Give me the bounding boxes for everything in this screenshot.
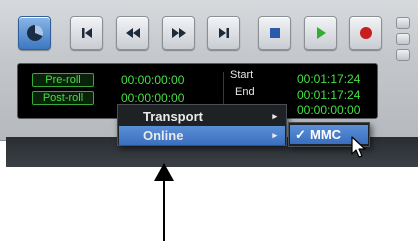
pre-roll-toggle[interactable]: Pre-roll — [32, 73, 94, 87]
play-button[interactable] — [304, 16, 337, 50]
start-value[interactable]: 00:01:17:24 — [297, 72, 360, 86]
end-value[interactable]: 00:01:17:24 — [297, 88, 360, 102]
length-value[interactable]: 00:00:00:00 — [297, 103, 360, 117]
submenu-item-label: MMC — [310, 127, 342, 142]
window-option-button[interactable] — [396, 49, 410, 61]
post-roll-value[interactable]: 00:00:00:00 — [121, 91, 184, 105]
pre-roll-value[interactable]: 00:00:00:00 — [121, 73, 184, 87]
return-to-zero-icon — [81, 28, 92, 38]
window-zoom-button[interactable] — [396, 17, 410, 29]
checkmark-icon: ✓ — [295, 127, 306, 142]
fast-forward-icon — [171, 28, 186, 38]
callout-arrow-icon — [154, 163, 174, 241]
start-label: Start — [230, 69, 254, 81]
mouse-pointer-icon — [351, 136, 366, 158]
online-button[interactable] — [18, 16, 51, 50]
post-roll-toggle[interactable]: Post-roll — [32, 91, 94, 105]
play-icon — [316, 27, 326, 39]
stop-icon — [269, 28, 280, 38]
window-toggle-button[interactable] — [396, 33, 410, 45]
submenu-arrow-icon: ▸ — [272, 111, 277, 121]
go-to-end-icon — [218, 28, 229, 38]
record-button[interactable] — [349, 16, 382, 50]
menu-item-online[interactable]: Online ▸ — [119, 126, 285, 145]
rewind-icon — [125, 28, 140, 38]
menu-item-transport[interactable]: Transport ▸ — [119, 107, 285, 126]
rewind-button[interactable] — [116, 16, 149, 50]
menu-item-label: Transport — [143, 109, 203, 124]
end-label: End — [235, 86, 255, 98]
menu-item-label: Online — [143, 128, 184, 143]
go-to-end-button[interactable] — [207, 16, 240, 50]
online-clock-icon — [26, 24, 43, 41]
record-icon — [359, 27, 372, 39]
context-menu: Transport ▸ Online ▸ — [117, 104, 287, 146]
return-to-zero-button[interactable] — [70, 16, 103, 50]
stop-button[interactable] — [258, 16, 291, 50]
fast-forward-button[interactable] — [162, 16, 195, 50]
submenu-arrow-icon: ▸ — [272, 130, 277, 140]
